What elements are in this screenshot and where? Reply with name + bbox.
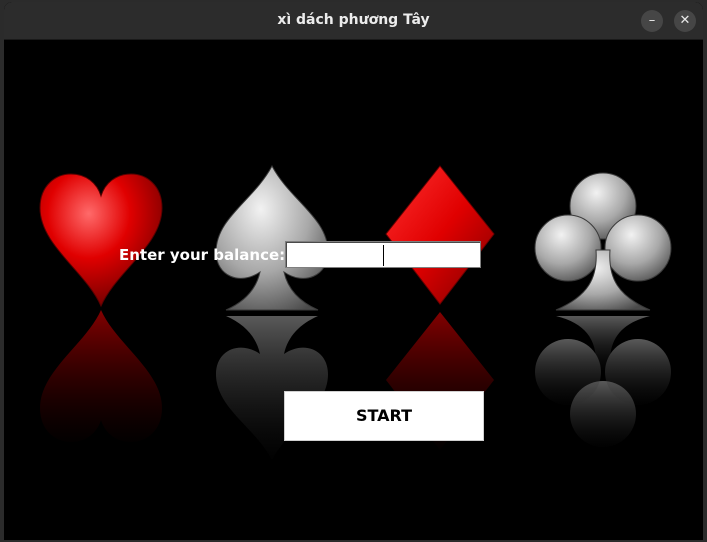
balance-label: Enter your balance:	[119, 246, 286, 264]
minimize-button[interactable]: –	[641, 10, 663, 32]
window-title: xì dách phương Tây	[277, 12, 430, 28]
app-window: xì dách phương Tây – ✕ Enter your balanc…	[4, 2, 703, 540]
club-icon	[534, 172, 672, 447]
start-button[interactable]: START	[284, 391, 484, 441]
title-bar[interactable]: xì dách phương Tây – ✕	[4, 2, 703, 40]
close-button[interactable]: ✕	[674, 10, 696, 32]
main-canvas: Enter your balance: START	[4, 40, 703, 540]
heart-icon	[39, 173, 163, 442]
card-suits-background	[39, 164, 672, 460]
text-cursor	[383, 245, 384, 266]
